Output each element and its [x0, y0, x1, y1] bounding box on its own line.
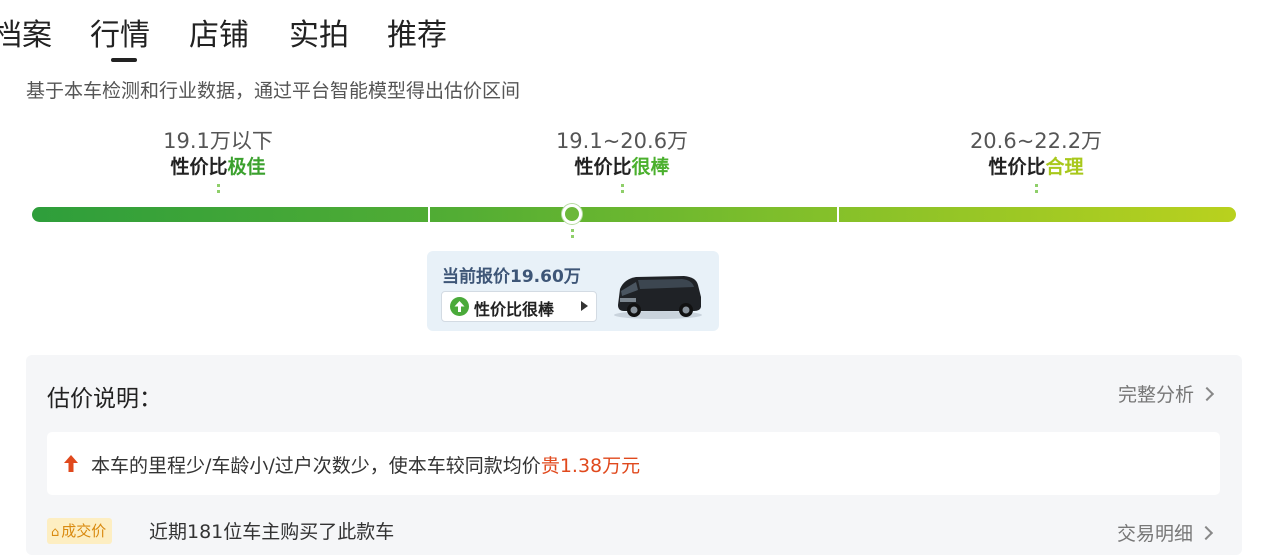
range-dots [1035, 184, 1038, 193]
range-price: 19.1万以下 [163, 129, 273, 153]
note-prefix: 本车的里程少/车龄小/过户次数少，使本车较同款均价 [91, 455, 541, 477]
rating-prefix: 性价比 [170, 156, 228, 178]
price-range-bar [32, 207, 1236, 222]
panel-title: 估价说明： [47, 386, 162, 412]
range-rating: 性价比合理 [936, 154, 1136, 180]
deal-row: ⌂ 成交价 近期181位车主购买了此款车 交易明细 [47, 515, 1220, 555]
note-highlight: 贵1.38万元 [540, 455, 641, 477]
deal-text: 近期181位车主购买了此款车 [149, 521, 395, 543]
value-rating-label: 性价比很棒 [474, 300, 555, 319]
chevron-right-icon [1198, 525, 1214, 541]
up-circle-icon [450, 297, 469, 316]
deal-badge: ⌂ 成交价 [47, 518, 113, 544]
red-up-arrow-icon [64, 455, 78, 472]
rating-level: 极佳 [227, 156, 266, 178]
valuation-subtitle: 基于本车检测和行业数据，通过平台智能模型得出估价区间 [26, 80, 521, 102]
valuation-explanation-panel: 估价说明： 完整分析 本车的里程少/车龄小/过户次数少，使本车较同款均价贵1.3… [26, 355, 1242, 555]
range-price: 19.1~20.6万 [555, 129, 689, 153]
tab-market[interactable]: 行情 [90, 12, 150, 60]
deal-tag-icon: ⌂ [51, 525, 60, 540]
tab-archive[interactable]: 档案 [0, 12, 52, 60]
price-range-1: 19.1万以下 性价比极佳 [118, 128, 318, 193]
tab-photos[interactable]: 实拍 [289, 12, 349, 60]
price-note-row: 本车的里程少/车龄小/过户次数少，使本车较同款均价贵1.38万元 [47, 432, 1220, 495]
bar-separator [837, 207, 839, 222]
current-quote-card: 当前报价19.60万 性价比很棒 [427, 251, 719, 331]
current-quote-label: 当前报价19.60万 [442, 267, 581, 287]
full-analysis-link[interactable]: 完整分析 [1117, 380, 1215, 407]
range-rating: 性价比很棒 [522, 154, 722, 180]
value-rating-button[interactable]: 性价比很棒 [441, 291, 597, 322]
price-range-2: 19.1~20.6万 性价比很棒 [522, 128, 722, 193]
transaction-details-link[interactable]: 交易明细 [1116, 519, 1214, 546]
tab-store[interactable]: 店铺 [189, 12, 249, 60]
price-range-3: 20.6~22.2万 性价比合理 [936, 128, 1136, 193]
range-dots [621, 184, 624, 193]
rating-prefix: 性价比 [988, 156, 1046, 178]
bar-separator [428, 207, 430, 222]
chevron-right-icon [1199, 386, 1215, 402]
rating-level: 合理 [1045, 156, 1084, 178]
range-rating: 性价比极佳 [118, 154, 318, 180]
range-dots [217, 184, 220, 193]
car-thumbnail [614, 276, 702, 319]
triangle-right-icon [581, 301, 588, 311]
rating-prefix: 性价比 [574, 156, 632, 178]
transaction-details-label: 交易明细 [1116, 523, 1193, 545]
tab-recommend[interactable]: 推荐 [387, 12, 447, 60]
deal-badge-label: 成交价 [61, 522, 107, 540]
current-price-marker [562, 204, 582, 224]
full-analysis-label: 完整分析 [1117, 384, 1194, 406]
rating-level: 很棒 [631, 156, 670, 178]
range-price: 20.6~22.2万 [969, 129, 1103, 153]
price-note-text: 本车的里程少/车龄小/过户次数少，使本车较同款均价贵1.38万元 [91, 451, 640, 478]
marker-dots [571, 229, 574, 241]
active-tab-indicator [111, 58, 137, 62]
